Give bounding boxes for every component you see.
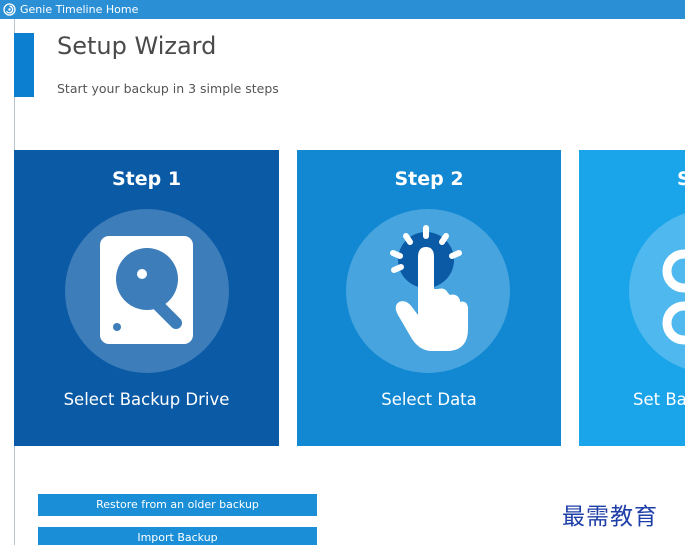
title-bar: Genie Timeline Home [0, 0, 685, 19]
restore-backup-button[interactable]: Restore from an older backup [38, 494, 317, 516]
header-accent-bar [14, 33, 34, 97]
watermark-text: 最需教育 [562, 504, 658, 530]
step-3-action-label: Set Bac [633, 390, 685, 409]
step-3-label: S [677, 168, 685, 190]
step-2-icon-circle [346, 209, 510, 373]
hard-drive-icon [100, 236, 193, 344]
genie-timeline-window: Genie Timeline Home Setup Wizard Start y… [0, 0, 685, 545]
step-2-tile[interactable]: Step 2 Select Data [297, 150, 561, 446]
step-3-tile[interactable]: S Set Bac [579, 150, 685, 446]
step-1-tile[interactable]: Step 1 Select Backup Drive [14, 150, 279, 446]
page-title: Setup Wizard [57, 32, 217, 60]
genie-spiral-icon [3, 3, 16, 16]
step-1-label: Step 1 [111, 168, 182, 190]
import-backup-button[interactable]: Import Backup [38, 527, 317, 545]
window-title: Genie Timeline Home [20, 3, 139, 16]
step-1-action-label: Select Backup Drive [63, 390, 230, 409]
gears-icon [662, 249, 685, 345]
step-2-action-label: Select Data [381, 390, 477, 409]
page-subtitle: Start your backup in 3 simple steps [57, 81, 279, 96]
step-2-label: Step 2 [394, 168, 464, 190]
step-3-icon-circle [629, 209, 685, 373]
step-1-icon-circle [65, 209, 229, 373]
tap-hand-icon [390, 225, 468, 351]
